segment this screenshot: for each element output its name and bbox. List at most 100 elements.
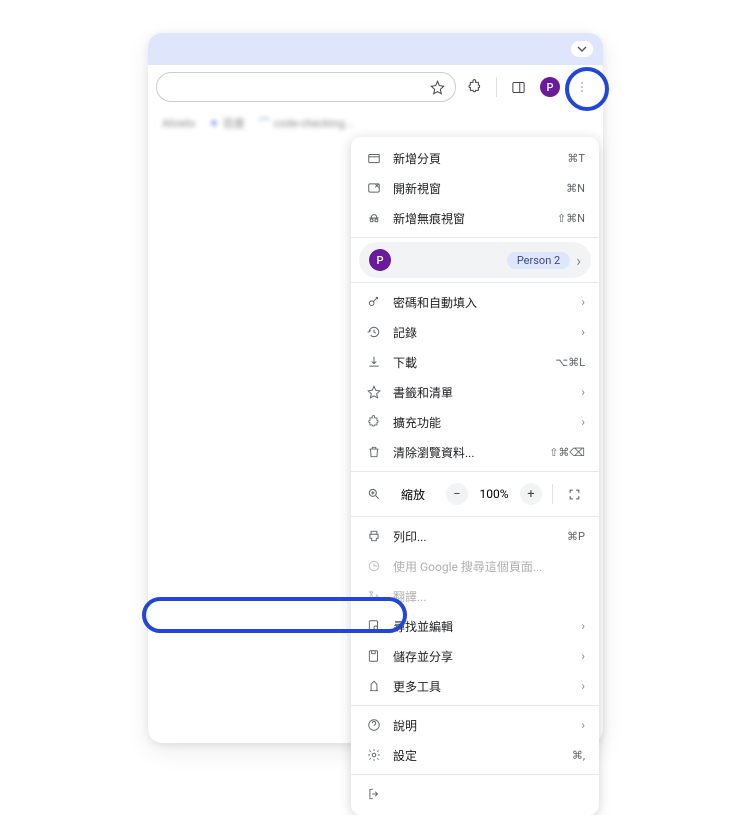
history-icon <box>365 325 383 339</box>
chevron-right-icon: › <box>581 649 585 663</box>
star-icon <box>365 385 383 399</box>
chevron-right-icon: › <box>581 679 585 693</box>
exit-icon <box>365 787 383 801</box>
puzzle-icon <box>365 415 383 429</box>
menu-label: 更多工具 <box>393 678 581 695</box>
browser-window: P Aliveto ✦ 百度 ⌒ code-checking... 新增分頁 ⌘… <box>148 33 603 743</box>
menu-shortcut: ⌘, <box>572 749 585 762</box>
trash-icon <box>365 445 383 459</box>
menu-help[interactable]: 說明 › <box>351 710 599 740</box>
panel-icon <box>511 80 526 95</box>
chevron-right-icon: › <box>581 295 585 309</box>
translate-icon <box>365 589 383 603</box>
menu-shortcut: ⇧⌘⌫ <box>549 446 585 459</box>
menu-google-search: 使用 Google 搜尋這個頁面... <box>351 551 599 581</box>
url-bar[interactable] <box>156 72 456 102</box>
menu-label: 下載 <box>393 354 555 371</box>
menu-zoom: 縮放 − 100% + <box>351 476 599 512</box>
zoom-value: 100% <box>476 487 512 501</box>
fullscreen-icon <box>568 488 581 501</box>
menu-label: 新增分頁 <box>393 150 567 167</box>
menu-profile[interactable]: P Person 2 › <box>359 242 591 278</box>
bookmark-item[interactable]: ⌒ code-checking... <box>259 115 354 131</box>
menu-bookmarks[interactable]: 書籤和清單 › <box>351 377 599 407</box>
chevron-right-icon: › <box>576 251 581 270</box>
menu-label: 使用 Google 搜尋這個頁面... <box>393 558 585 575</box>
menu-label: 翻譯... <box>393 588 585 605</box>
overflow-menu: 新增分頁 ⌘T 開新視窗 ⌘N 新增無痕視窗 ⇧⌘N P Person 2 › … <box>351 137 599 815</box>
menu-label: 設定 <box>393 747 572 764</box>
side-panel-button[interactable] <box>505 74 531 100</box>
menu-save-share[interactable]: 儲存並分享 › <box>351 641 599 671</box>
bookmark-item[interactable]: Aliveto <box>162 117 195 130</box>
menu-shortcut: ⌘T <box>567 152 585 165</box>
menu-shortcut: ⌘P <box>567 530 585 543</box>
more-vertical-icon <box>575 80 589 94</box>
menu-shortcut: ⌥⌘L <box>555 356 585 369</box>
gear-icon <box>365 748 383 762</box>
overflow-menu-button[interactable] <box>569 74 595 100</box>
separator <box>351 237 599 238</box>
menu-new-window[interactable]: 開新視窗 ⌘N <box>351 173 599 203</box>
menu-passwords[interactable]: 密碼和自動填入 › <box>351 287 599 317</box>
menu-label: 書籤和清單 <box>393 384 581 401</box>
menu-label: 密碼和自動填入 <box>393 294 581 311</box>
divider <box>496 77 497 97</box>
tab-dropdown-button[interactable] <box>571 41 593 57</box>
download-icon <box>365 355 383 369</box>
menu-clear-data[interactable]: 清除瀏覽資料... ⇧⌘⌫ <box>351 437 599 467</box>
separator <box>351 516 599 517</box>
avatar: P <box>369 249 391 271</box>
window-icon <box>365 181 383 195</box>
find-icon <box>365 619 383 633</box>
zoom-in-button[interactable]: + <box>520 483 542 505</box>
print-icon <box>365 529 383 543</box>
extensions-button[interactable] <box>462 74 488 100</box>
menu-exit[interactable] <box>351 779 599 809</box>
menu-label: 記錄 <box>393 324 581 341</box>
zoom-icon <box>365 487 383 501</box>
tools-icon <box>365 679 383 693</box>
puzzle-icon <box>467 79 483 95</box>
bookmark-item[interactable]: ✦ 百度 <box>209 115 244 131</box>
chevron-right-icon: › <box>581 385 585 399</box>
menu-shortcut: ⇧⌘N <box>557 212 585 225</box>
chevron-down-icon <box>577 44 587 54</box>
menu-print[interactable]: 列印... ⌘P <box>351 521 599 551</box>
menu-find[interactable]: 尋找並編輯 › <box>351 611 599 641</box>
zoom-out-button[interactable]: − <box>446 483 468 505</box>
menu-label: 開新視窗 <box>393 180 566 197</box>
menu-extensions[interactable]: 擴充功能 › <box>351 407 599 437</box>
menu-downloads[interactable]: 下載 ⌥⌘L <box>351 347 599 377</box>
tab-icon <box>365 151 383 165</box>
help-icon <box>365 718 383 732</box>
separator <box>351 282 599 283</box>
chevron-right-icon: › <box>581 619 585 633</box>
profile-button[interactable]: P <box>537 74 563 100</box>
titlebar <box>148 33 603 65</box>
fullscreen-button[interactable] <box>563 483 585 505</box>
menu-settings[interactable]: 設定 ⌘, <box>351 740 599 770</box>
key-icon <box>365 295 383 309</box>
menu-history[interactable]: 記錄 › <box>351 317 599 347</box>
menu-label: 擴充功能 <box>393 414 581 431</box>
menu-label: 清除瀏覽資料... <box>393 444 549 461</box>
toolbar: P <box>148 65 603 109</box>
chevron-right-icon: › <box>581 718 585 732</box>
menu-label: 尋找並編輯 <box>393 618 581 635</box>
divider <box>552 484 553 504</box>
menu-label: 列印... <box>393 528 567 545</box>
menu-new-incognito[interactable]: 新增無痕視窗 ⇧⌘N <box>351 203 599 233</box>
chevron-right-icon: › <box>581 325 585 339</box>
chevron-right-icon: › <box>581 415 585 429</box>
zoom-label: 縮放 <box>401 486 425 503</box>
separator <box>351 774 599 775</box>
menu-label: 新增無痕視窗 <box>393 210 557 227</box>
star-icon[interactable] <box>430 80 445 95</box>
menu-more-tools[interactable]: 更多工具 › <box>351 671 599 701</box>
separator <box>351 705 599 706</box>
menu-new-tab[interactable]: 新增分頁 ⌘T <box>351 143 599 173</box>
separator <box>351 471 599 472</box>
menu-shortcut: ⌘N <box>566 182 585 195</box>
avatar: P <box>540 77 560 97</box>
